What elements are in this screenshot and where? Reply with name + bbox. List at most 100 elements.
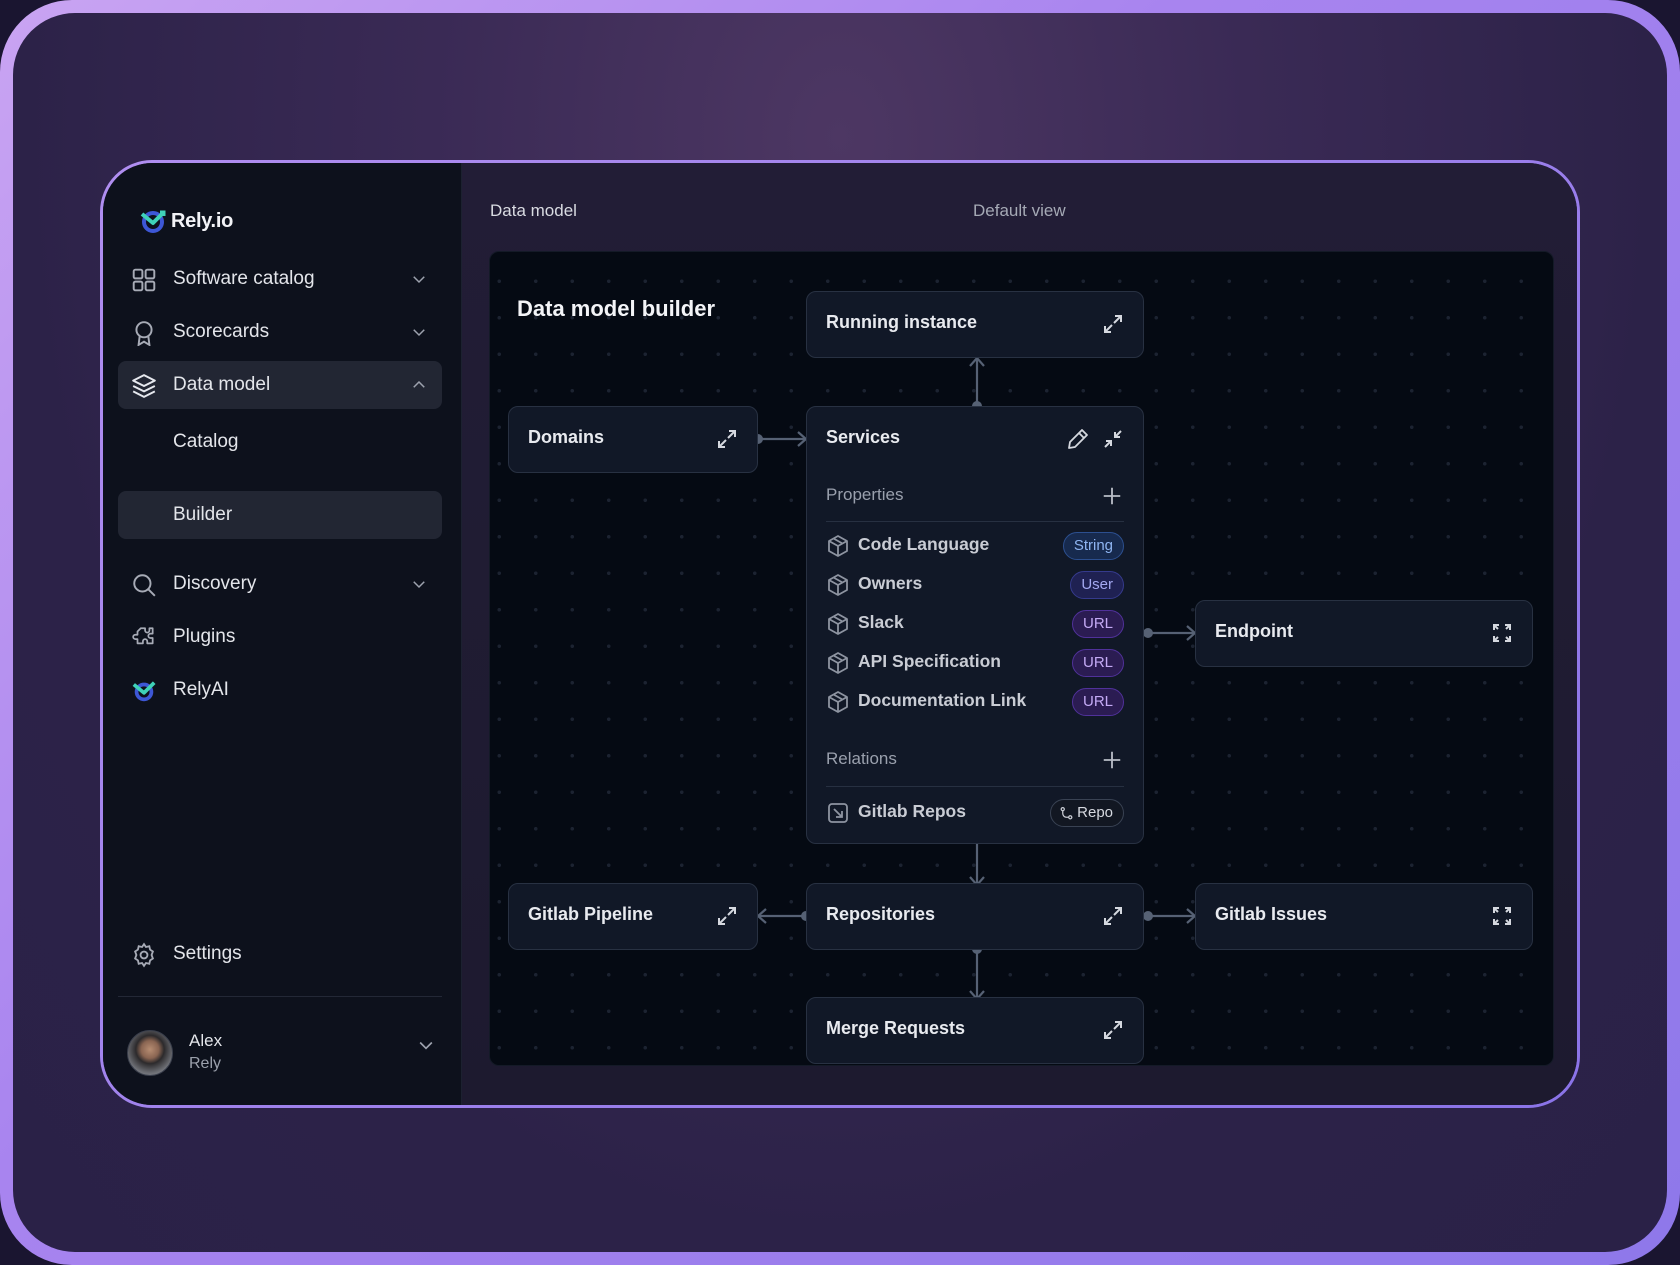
property-name: Slack: [858, 612, 904, 632]
sidebar-item-software-catalog[interactable]: Software catalog: [118, 255, 442, 303]
sidebar-subitem-builder[interactable]: Builder: [118, 491, 442, 539]
main-content: Data model Default view Data model build…: [462, 163, 1577, 1105]
node-title: Merge Requests: [826, 1018, 966, 1038]
rely-ai-icon: [132, 681, 156, 702]
sidebar-subitem-catalog[interactable]: Catalog: [118, 418, 442, 466]
expand-icon[interactable]: [1101, 312, 1125, 336]
node-domains[interactable]: Domains: [508, 406, 758, 473]
view-selector[interactable]: Default view: [973, 201, 1066, 221]
sidebar-item-data-model[interactable]: Data model: [118, 361, 442, 409]
type-badge: User: [1070, 571, 1124, 599]
property-name: Code Language: [858, 534, 990, 554]
property-row[interactable]: Owners User: [826, 569, 1124, 601]
layers-icon: [132, 374, 156, 398]
cube-icon: [828, 535, 848, 557]
gear-icon: [134, 942, 154, 968]
node-gitlab-issues[interactable]: Gitlab Issues: [1195, 883, 1533, 950]
sidebar-item-label: Discovery: [173, 573, 257, 594]
user-org: Rely: [189, 1055, 222, 1072]
type-badge: URL: [1071, 688, 1124, 716]
maximize-icon[interactable]: [1490, 904, 1514, 928]
sidebar-item-label: Plugins: [173, 626, 236, 647]
sidebar-divider: [118, 996, 442, 997]
cube-icon: [828, 613, 848, 635]
node-title: Domains: [528, 427, 605, 447]
brand-name: Rely.io: [171, 209, 233, 232]
edge-repositories-issues: [1143, 908, 1197, 924]
property-row[interactable]: Code Language String: [826, 530, 1124, 562]
collapse-icon[interactable]: [1101, 427, 1125, 451]
expand-icon[interactable]: [1101, 904, 1125, 928]
chevron-down-icon: [413, 276, 425, 284]
rely-logo-icon: [140, 210, 166, 233]
type-badge: String: [1062, 532, 1124, 560]
sidebar-item-label: Software catalog: [173, 268, 315, 289]
maximize-icon[interactable]: [1490, 621, 1514, 645]
sidebar-item-label: Scorecards: [173, 321, 270, 342]
sidebar-item-relyai[interactable]: RelyAI: [118, 666, 442, 714]
property-row[interactable]: Slack URL: [826, 608, 1124, 640]
sidebar-item-label: Data model: [173, 374, 271, 395]
expand-icon[interactable]: [1101, 1018, 1125, 1042]
edge-domains-services: [753, 431, 808, 447]
sidebar-item-scorecards[interactable]: Scorecards: [118, 308, 442, 356]
section-divider: [826, 786, 1124, 787]
search-icon: [133, 574, 156, 597]
node-title: Gitlab Pipeline: [528, 904, 654, 924]
edge-services-repositories: [969, 844, 985, 887]
edge-services-endpoint: [1143, 625, 1197, 641]
node-title: Repositories: [826, 904, 936, 924]
cube-icon: [828, 574, 848, 596]
chevron-up-icon: [413, 380, 425, 388]
edge-repositories-merge-requests: [969, 944, 985, 1001]
cube-icon: [828, 652, 848, 674]
node-merge-requests[interactable]: Merge Requests: [806, 997, 1144, 1064]
user-menu[interactable]: Alex Rely: [127, 1025, 442, 1081]
node-services[interactable]: Services Properties Code Language String…: [806, 406, 1144, 844]
node-endpoint[interactable]: Endpoint: [1195, 600, 1533, 667]
property-row[interactable]: Documentation Link URL: [826, 686, 1124, 718]
type-badge: URL: [1071, 649, 1124, 677]
relation-name: Gitlab Repos: [858, 801, 966, 821]
sidebar-subitem-label: Catalog: [173, 431, 239, 452]
sidebar-item-settings[interactable]: Settings: [118, 930, 442, 978]
expand-icon[interactable]: [715, 427, 739, 451]
sidebar-item-plugins[interactable]: Plugins: [118, 613, 442, 661]
sidebar-item-discovery[interactable]: Discovery: [118, 560, 442, 608]
node-title: Services: [826, 427, 901, 447]
sidebar-item-label: RelyAI: [173, 679, 229, 700]
chevron-down-icon: [413, 329, 425, 337]
node-title: Endpoint: [1215, 621, 1293, 641]
property-name: API Specification: [858, 651, 1001, 671]
award-icon: [135, 321, 153, 346]
brand-logo[interactable]: Rely.io: [139, 208, 233, 234]
node-title: Running instance: [826, 312, 978, 332]
builder-canvas[interactable]: Data model builder Running instance Doma…: [489, 251, 1554, 1066]
sidebar: Rely.io Software catalog Scorecards Data…: [103, 163, 462, 1105]
breadcrumb[interactable]: Data model: [490, 201, 577, 221]
grid-icon: [132, 268, 156, 292]
chevron-down-icon: [419, 1041, 433, 1050]
puzzle-icon: [132, 627, 154, 645]
git-branch-icon: [1060, 806, 1073, 820]
add-property-icon[interactable]: [1101, 485, 1123, 507]
relation-row[interactable]: Gitlab Repos Repo: [826, 797, 1124, 829]
node-gitlab-pipeline[interactable]: Gitlab Pipeline: [508, 883, 758, 950]
sidebar-item-label: Settings: [173, 943, 242, 964]
node-repositories[interactable]: Repositories: [806, 883, 1144, 950]
sidebar-subitem-label: Builder: [173, 504, 233, 525]
property-row[interactable]: API Specification URL: [826, 647, 1124, 679]
cube-icon: [828, 691, 848, 713]
type-badge: Repo: [1050, 799, 1124, 827]
user-name: Alex: [189, 1031, 223, 1050]
type-badge: URL: [1071, 610, 1124, 638]
type-badge-label: Repo: [1077, 804, 1113, 821]
add-relation-icon[interactable]: [1101, 749, 1123, 771]
pencil-icon[interactable]: [1066, 427, 1090, 451]
avatar: [127, 1030, 173, 1076]
node-running-instance[interactable]: Running instance: [806, 291, 1144, 358]
property-name: Owners: [858, 573, 923, 593]
expand-icon[interactable]: [715, 904, 739, 928]
section-divider: [826, 521, 1124, 522]
relation-arrow-icon: [828, 803, 848, 823]
